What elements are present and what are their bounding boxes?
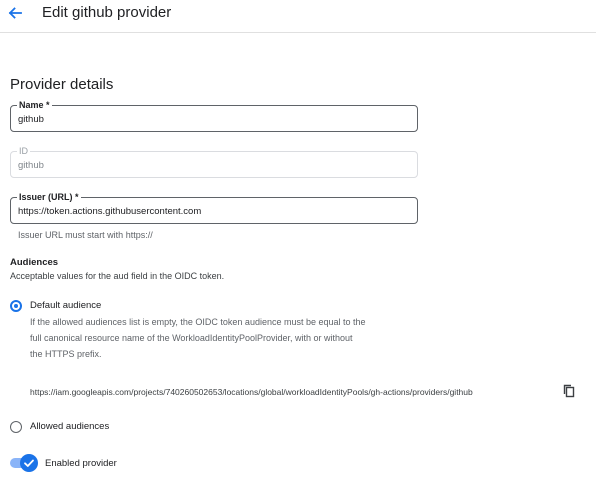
id-field: ID — [10, 145, 418, 178]
allowed-audiences-radio[interactable] — [10, 421, 22, 433]
page-header: Edit github provider — [0, 0, 596, 33]
issuer-hint: Issuer URL must start with https:// — [18, 230, 153, 240]
name-field-label: Name * — [17, 99, 52, 111]
description-line: full canonical resource name of the Work… — [30, 333, 353, 343]
audiences-title: Audiences — [10, 257, 59, 268]
id-field-label: ID — [17, 145, 30, 157]
enabled-provider-toggle-knob[interactable] — [20, 454, 38, 472]
allowed-audiences-label[interactable]: Allowed audiences — [30, 421, 109, 432]
default-audience-url: https://iam.googleapis.com/projects/7402… — [30, 387, 473, 397]
issuer-input[interactable] — [18, 206, 408, 217]
id-input — [18, 160, 408, 171]
issuer-field-label: Issuer (URL) * — [17, 191, 81, 203]
description-line: If the allowed audiences list is empty, … — [30, 317, 366, 327]
page-title: Edit github provider — [42, 4, 172, 21]
name-field[interactable]: Name * — [10, 99, 418, 132]
arrow-back-icon[interactable] — [6, 4, 24, 22]
copy-icon[interactable] — [562, 384, 576, 398]
name-input[interactable] — [18, 114, 408, 125]
description-line: the HTTPS prefix. — [30, 349, 102, 359]
section-title: Provider details — [10, 76, 114, 93]
audiences-subtitle: Acceptable values for the aud field in t… — [10, 271, 225, 281]
default-audience-radio[interactable] — [10, 300, 22, 312]
issuer-field[interactable]: Issuer (URL) * — [10, 191, 418, 224]
default-audience-description: If the allowed audiences list is empty, … — [30, 314, 366, 362]
default-audience-label[interactable]: Default audience — [30, 300, 101, 311]
check-icon — [24, 459, 34, 467]
enabled-provider-label[interactable]: Enabled provider — [45, 458, 117, 469]
